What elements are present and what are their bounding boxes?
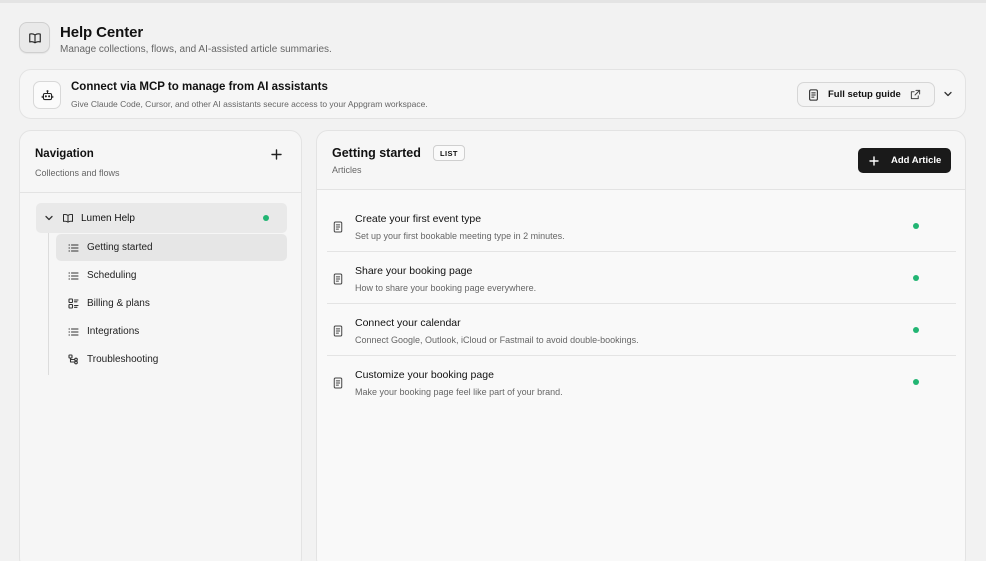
status-dot — [913, 327, 919, 333]
add-article-label: Add Article — [891, 155, 942, 166]
mcp-banner[interactable]: Connect via MCP to manage from AI assist… — [19, 69, 966, 119]
add-collection-button[interactable] — [269, 147, 283, 161]
chevron-down-icon[interactable] — [44, 213, 54, 223]
page-title: Help Center — [60, 24, 144, 41]
add-article-button[interactable]: Add Article — [858, 148, 951, 173]
nav-item-billing-plans[interactable]: Billing & plans — [56, 290, 287, 317]
document-icon — [333, 325, 343, 337]
status-dot — [263, 215, 269, 221]
article-summary: How to share your booking page everywher… — [355, 283, 537, 293]
divider — [20, 192, 301, 193]
book-open-icon — [19, 22, 50, 53]
bot-icon — [33, 81, 61, 109]
article-summary: Make your booking page feel like part of… — [355, 387, 563, 397]
article-row[interactable]: Connect your calendar Connect Google, Ou… — [327, 304, 956, 356]
nav-item-scheduling[interactable]: Scheduling — [56, 262, 287, 289]
tree-guide-line — [48, 233, 49, 375]
status-dot — [913, 275, 919, 281]
nav-item-label: Troubleshooting — [87, 354, 159, 365]
navigation-panel: Navigation Collections and flows Lumen H… — [19, 130, 302, 561]
expand-chevron-icon[interactable] — [943, 89, 953, 99]
full-setup-guide-label: Full setup guide — [828, 89, 901, 100]
navigation-subtitle: Collections and flows — [35, 168, 120, 178]
list-icon — [68, 271, 80, 281]
tree-root-label: Lumen Help — [81, 212, 135, 224]
article-summary: Connect Google, Outlook, iCloud or Fastm… — [355, 335, 639, 345]
article-title: Share your booking page — [355, 265, 473, 277]
page-subtitle: Manage collections, flows, and AI-assist… — [60, 44, 332, 55]
article-title: Connect your calendar — [355, 317, 461, 329]
article-list: Create your first event type Set up your… — [317, 190, 965, 561]
nav-item-label: Getting started — [87, 242, 153, 253]
nav-item-label: Scheduling — [87, 270, 137, 281]
book-open-icon — [62, 212, 74, 224]
flow-icon — [68, 354, 80, 365]
nav-item-label: Billing & plans — [87, 298, 150, 309]
article-title: Create your first event type — [355, 213, 482, 225]
document-icon — [333, 377, 343, 389]
document-icon — [808, 88, 819, 101]
document-icon — [333, 273, 343, 285]
external-link-icon — [910, 89, 921, 100]
nav-item-integrations[interactable]: Integrations — [56, 318, 287, 345]
layout-badge: LIST — [433, 145, 465, 161]
tree-root-lumen-help[interactable]: Lumen Help — [36, 203, 287, 233]
article-summary: Set up your first bookable meeting type … — [355, 231, 565, 241]
article-title: Customize your booking page — [355, 369, 494, 381]
nav-item-getting-started[interactable]: Getting started — [56, 234, 287, 261]
status-dot — [913, 223, 919, 229]
collection-title: Getting started — [332, 146, 421, 160]
status-dot — [913, 379, 919, 385]
nav-item-label: Integrations — [87, 326, 140, 337]
mcp-subtitle: Give Claude Code, Cursor, and other AI a… — [71, 99, 428, 109]
plus-icon — [270, 148, 282, 160]
page-header: Help Center Manage collections, flows, a… — [19, 22, 332, 55]
article-row[interactable]: Customize your booking page Make your bo… — [327, 356, 956, 408]
article-row[interactable]: Share your booking page How to share you… — [327, 252, 956, 304]
mcp-title: Connect via MCP to manage from AI assist… — [71, 81, 328, 93]
top-border — [0, 0, 986, 3]
list-icon — [68, 243, 80, 253]
article-row[interactable]: Create your first event type Set up your… — [327, 200, 956, 252]
full-setup-guide-button[interactable]: Full setup guide — [797, 82, 935, 107]
list-icon — [68, 327, 80, 337]
grid-list-icon — [68, 298, 80, 309]
nav-item-troubleshooting[interactable]: Troubleshooting — [56, 346, 287, 373]
collection-subtitle: Articles — [332, 165, 362, 175]
plus-icon — [869, 155, 879, 166]
navigation-title: Navigation — [35, 148, 94, 160]
document-icon — [333, 221, 343, 233]
articles-panel: Getting started LIST Articles Add Articl… — [316, 130, 966, 561]
